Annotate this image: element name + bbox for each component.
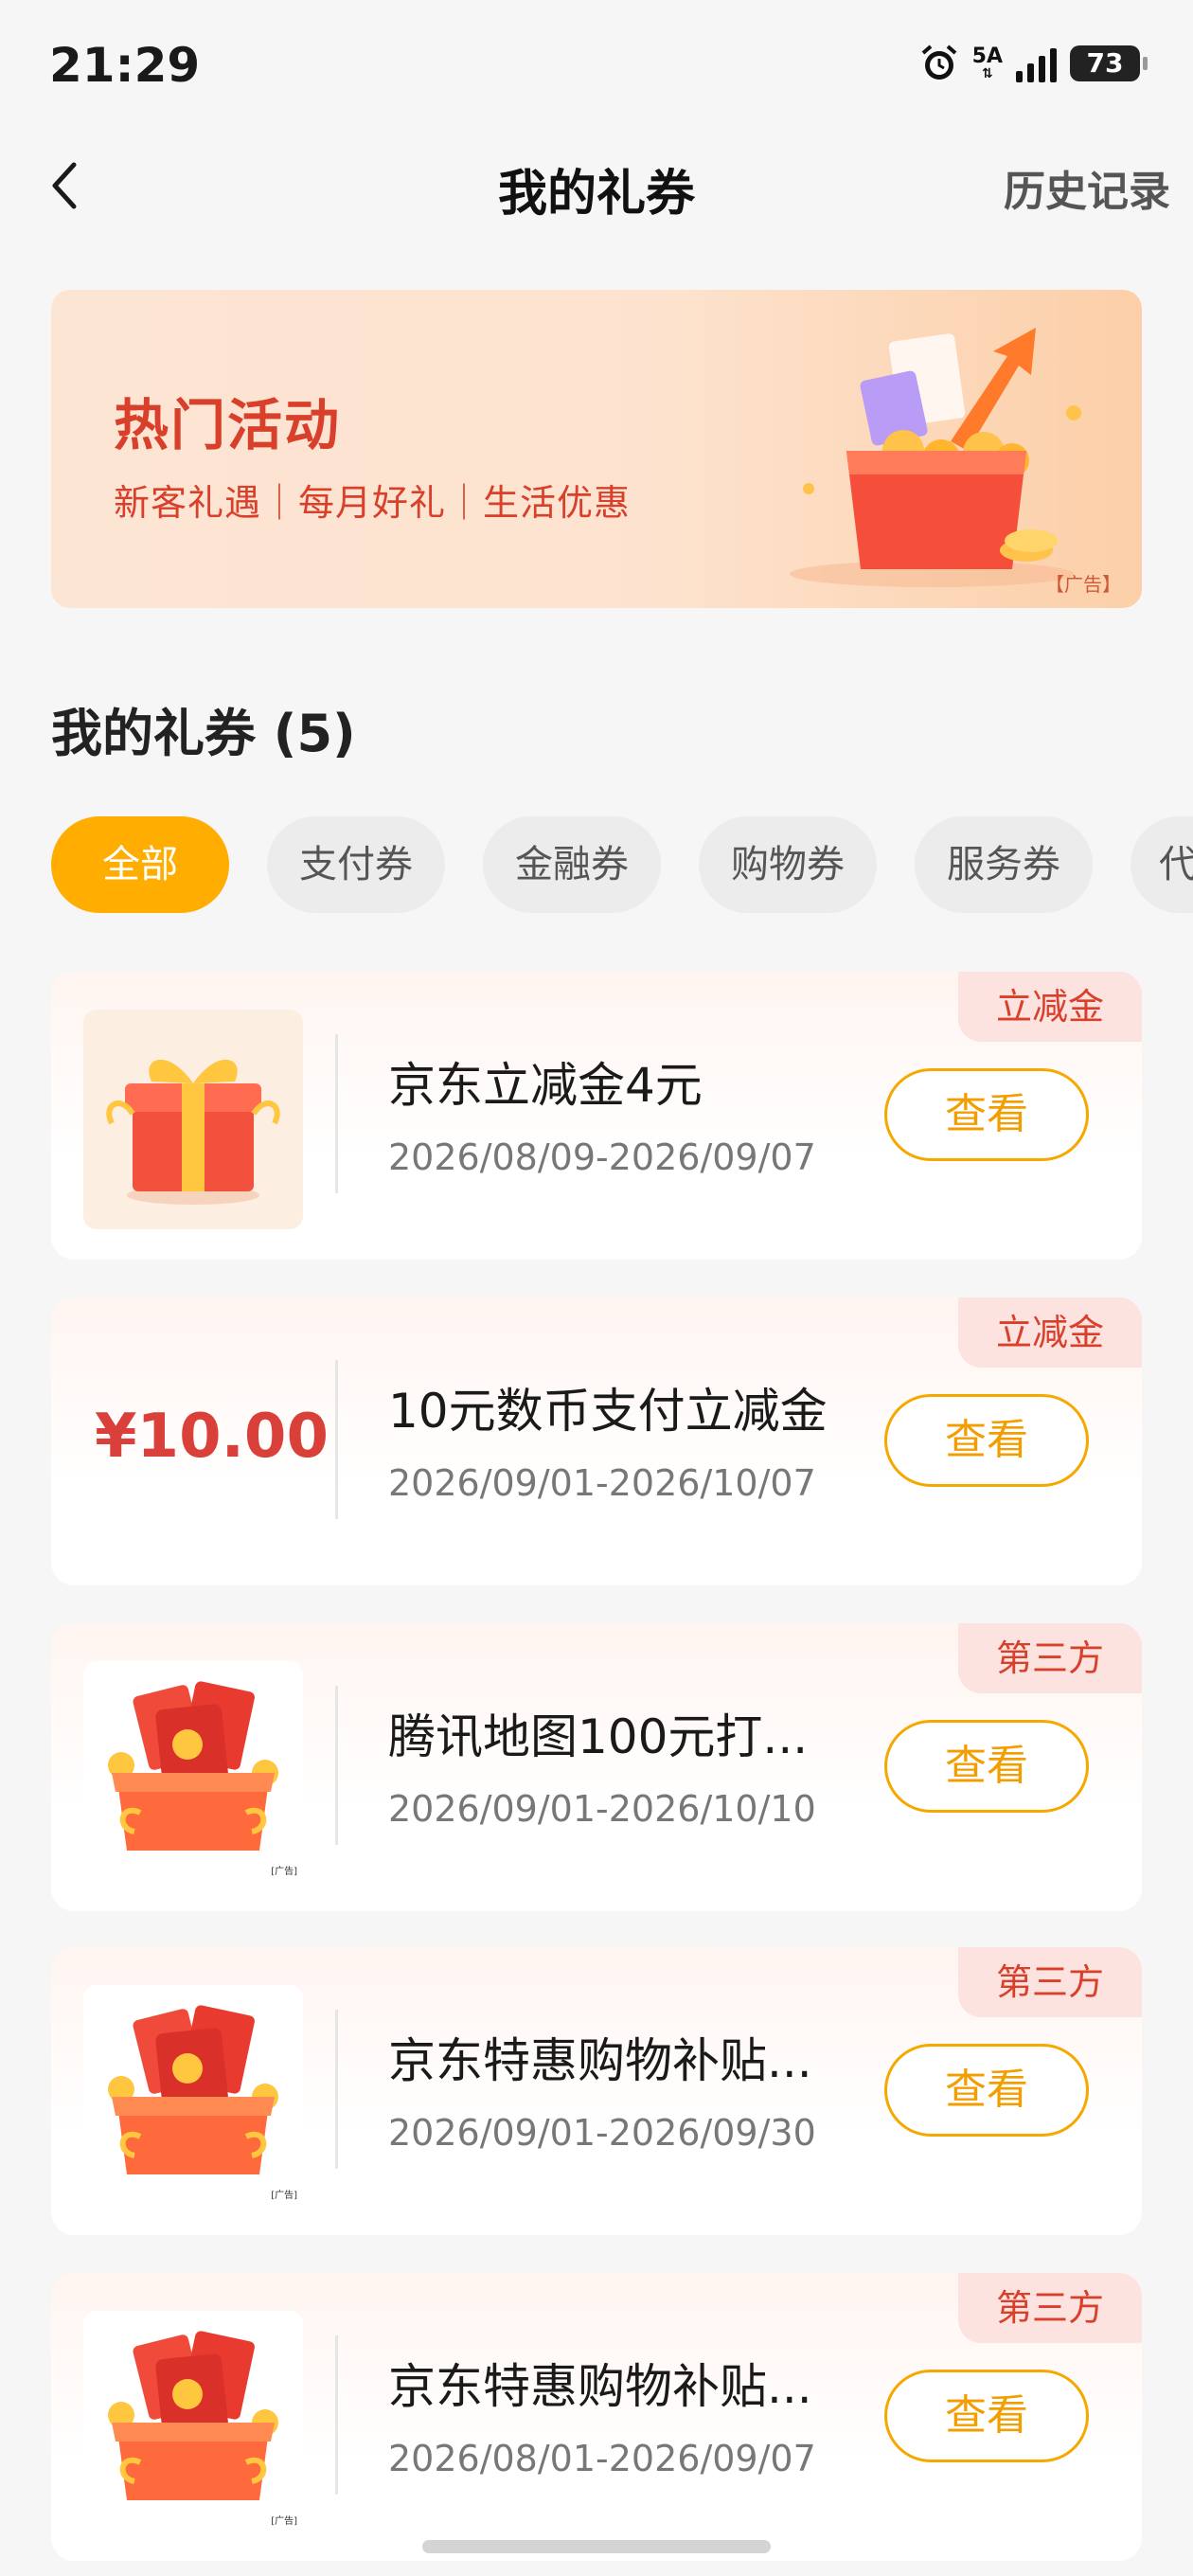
tab-payment[interactable]: 支付券 [267, 816, 445, 913]
status-icons: 5A ⇅ 73 [919, 44, 1148, 83]
red-envelope-box-icon [108, 1681, 278, 1851]
coupon-tag: 第三方 [958, 2273, 1142, 2343]
coupon-name: 京东特惠购物补贴... [388, 2033, 812, 2088]
coupon-date: 2026/08/01-2026/09/07 [388, 2438, 816, 2479]
view-button[interactable]: 查看 [884, 2370, 1089, 2462]
coupon-date: 2026/09/01-2026/10/07 [388, 1462, 816, 1504]
tab-service[interactable]: 服务券 [915, 816, 1093, 913]
tab-finance[interactable]: 金融券 [483, 816, 661, 913]
coupon-tag: 立减金 [958, 972, 1142, 1042]
coupon-tag: 第三方 [958, 1947, 1142, 2017]
card-divider [335, 2335, 338, 2495]
coupon-name: 京东立减金4元 [388, 1058, 703, 1113]
tab-all[interactable]: 全部 [51, 816, 229, 913]
battery-level: 73 [1086, 47, 1124, 79]
coupon-thumb: [广告] [83, 1661, 303, 1881]
coupon-thumb [83, 1010, 303, 1229]
coupon-date: 2026/09/01-2026/09/30 [388, 2112, 816, 2154]
coupon-date: 2026/09/01-2026/10/10 [388, 1788, 816, 1830]
thumb-ad-label: [广告] [271, 1867, 297, 1877]
network-label: 5A [971, 45, 1003, 68]
signal-icon [1016, 45, 1057, 82]
red-envelope-box-icon [108, 2005, 278, 2174]
coupon-card[interactable]: 第三方 [广告] 京东特惠购物补贴... 2026/09/01-2026/09/… [51, 1947, 1142, 2235]
data-arrows-icon: ⇅ [981, 66, 993, 81]
network-type: 5A ⇅ [971, 45, 1003, 81]
coupon-name: 京东特惠购物补贴... [388, 2359, 812, 2414]
coupon-name: 10元数币支付立减金 [388, 1384, 828, 1439]
coupon-card[interactable]: 立减金 ¥10.00 10元数币支付立减金 2026/09/01-2026/10… [51, 1297, 1142, 1585]
coupon-thumb: [广告] [83, 1985, 303, 2205]
tab-shopping[interactable]: 购物券 [699, 816, 877, 913]
card-divider [335, 1034, 338, 1193]
section-title: 我的礼券 (5) [51, 704, 356, 763]
nav-bar: 我的礼券 历史记录 [0, 133, 1193, 237]
coupon-tag: 立减金 [958, 1297, 1142, 1368]
card-divider [335, 1360, 338, 1519]
thumb-ad-label: [广告] [271, 2191, 297, 2201]
ad-label: 【广告】 [1045, 573, 1121, 596]
coin-basket-icon [790, 328, 1081, 587]
battery-icon: 73 [1070, 45, 1148, 81]
view-button[interactable]: 查看 [884, 1394, 1089, 1487]
coupon-card[interactable]: 第三方 [广告] 京东特惠购物补贴... 2026/08/01-2026/09/… [51, 2273, 1142, 2561]
coupon-card[interactable]: 第三方 [广告] 腾讯地图100元打... 2026/09/01-2026/10… [51, 1623, 1142, 1911]
card-divider [335, 2010, 338, 2169]
coupon-amount: ¥10.00 [95, 1402, 329, 1472]
tab-more[interactable]: 代 [1131, 816, 1193, 913]
banner-subtitle: 新客礼遇｜每月好礼｜生活优惠 [114, 482, 632, 524]
alarm-icon [921, 45, 956, 80]
thumb-ad-label: [广告] [271, 2516, 297, 2527]
banner-title: 热门活动 [114, 393, 342, 457]
red-envelope-box-icon [108, 2331, 278, 2500]
status-bar: 21:29 5A ⇅ 73 [0, 0, 1193, 133]
view-button[interactable]: 查看 [884, 1068, 1089, 1161]
coupon-date: 2026/08/09-2026/09/07 [388, 1136, 816, 1178]
coupon-card[interactable]: 立减金 京东立减金4元 2026/08/09-2026/09/07 查看 [51, 972, 1142, 1260]
view-button[interactable]: 查看 [884, 2044, 1089, 2137]
card-divider [335, 1686, 338, 1845]
coupon-thumb: [广告] [83, 2311, 303, 2531]
history-link[interactable]: 历史记录 [1004, 157, 1170, 218]
promo-banner[interactable]: 热门活动 新客礼遇｜每月好礼｜生活优惠 【广告】 [51, 290, 1142, 608]
coupon-name: 腾讯地图100元打... [388, 1709, 809, 1764]
view-button[interactable]: 查看 [884, 1720, 1089, 1813]
gift-box-icon [106, 1059, 280, 1205]
coupon-tabs: 全部 支付券 金融券 购物券 服务券 代 [51, 816, 1193, 913]
home-indicator[interactable] [422, 2540, 771, 2553]
status-time: 21:29 [49, 38, 201, 93]
coupon-tag: 第三方 [958, 1623, 1142, 1693]
